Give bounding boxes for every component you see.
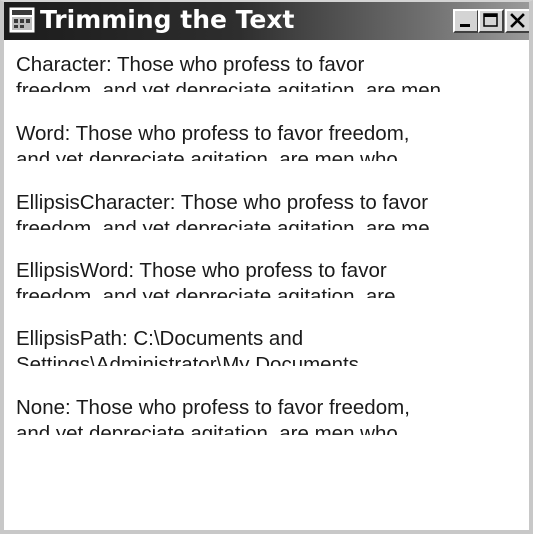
label-ellipsis-character-line1: EllipsisCharacter: Those who profess to … (16, 191, 429, 214)
label-ellipsis-character: EllipsisCharacter: Those who profess to … (16, 190, 516, 230)
app-window-icon[interactable] (9, 7, 35, 33)
label-ellipsis-path-line2: Settings\Administrator\My Documents (16, 353, 359, 366)
label-character: Character: Those who profess to favor fr… (16, 52, 516, 92)
minimize-icon (460, 24, 470, 27)
label-ellipsis-word-line2: freedom, and yet depreciate agitation, a… (16, 285, 413, 298)
label-none: None: Those who profess to favor freedom… (16, 395, 516, 435)
label-none-line2: and yet depreciate agitation, are men wh… (16, 422, 398, 435)
label-word-line2: and yet depreciate agitation, are men wh… (16, 148, 398, 161)
label-ellipsis-character-line2: freedom, and yet depreciate agitation, a… (16, 217, 447, 230)
label-ellipsis-path: EllipsisPath: C:\Documents and Settings\… (16, 326, 516, 366)
label-character-line1: Character: Those who profess to favor (16, 53, 365, 76)
title-bar[interactable]: Trimming the Text (4, 2, 529, 40)
maximize-button[interactable] (478, 9, 504, 33)
close-button[interactable] (505, 9, 529, 33)
label-character-line2: freedom, and yet depreciate agitation, a… (16, 79, 442, 92)
minimize-button[interactable] (453, 9, 479, 33)
label-none-line1: None: Those who profess to favor freedom… (16, 396, 410, 419)
label-ellipsis-word: EllipsisWord: Those who profess to favor… (16, 258, 516, 298)
label-word-line1: Word: Those who profess to favor freedom… (16, 122, 410, 145)
window-title: Trimming the Text (40, 5, 295, 34)
label-word: Word: Those who profess to favor freedom… (16, 121, 516, 161)
label-ellipsis-path-line1: EllipsisPath: C:\Documents and (16, 327, 304, 350)
label-ellipsis-word-line1: EllipsisWord: Those who profess to favor (16, 259, 387, 282)
client-area: Character: Those who profess to favor fr… (4, 40, 529, 530)
app-window: Trimming the Text Character: Those who p… (0, 0, 533, 534)
close-icon (510, 13, 525, 28)
maximize-icon (483, 13, 498, 27)
